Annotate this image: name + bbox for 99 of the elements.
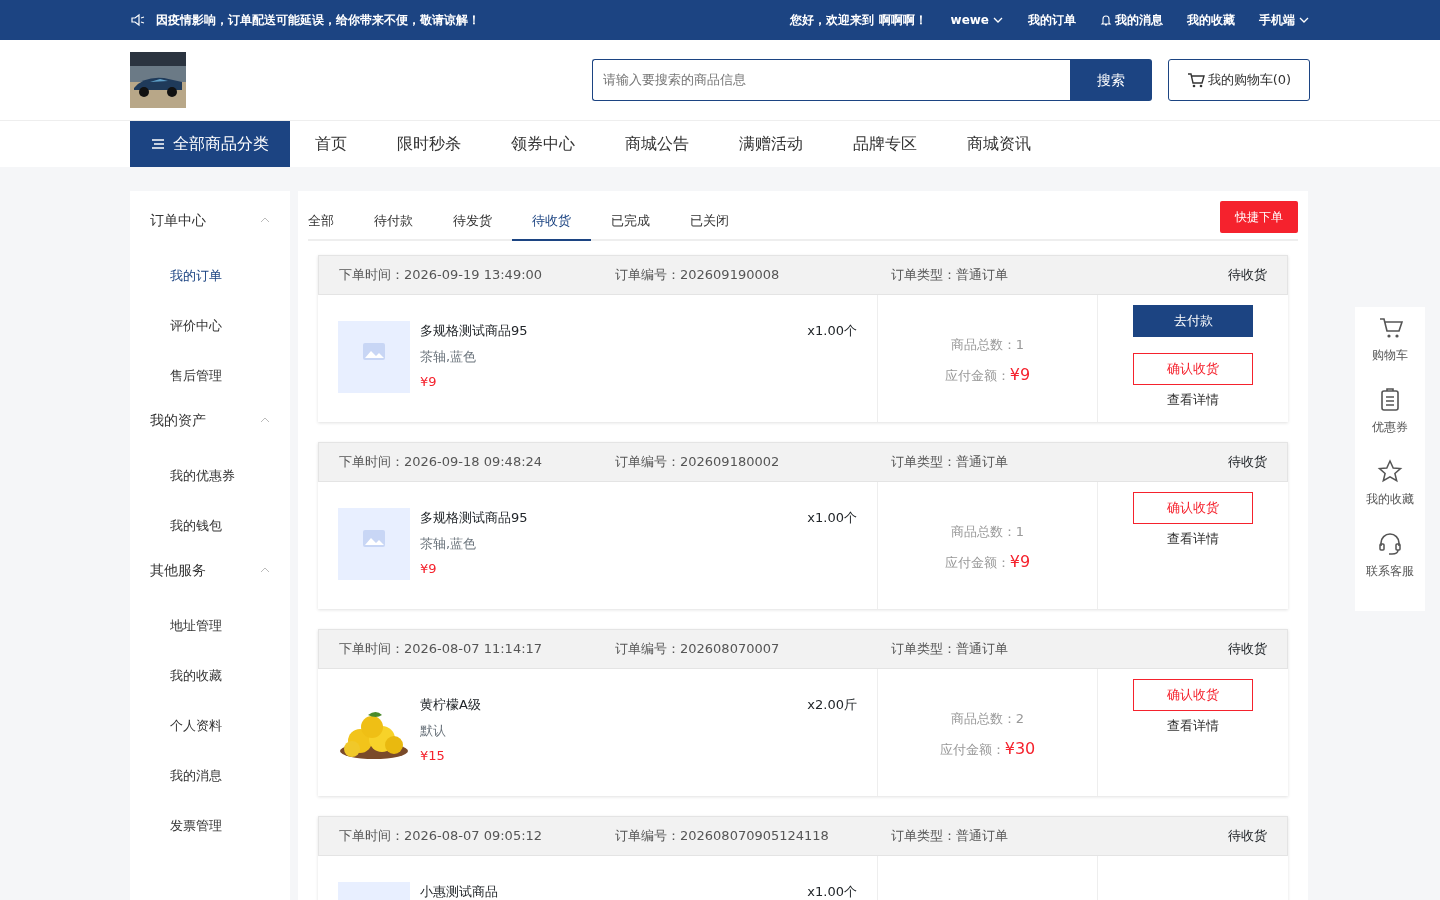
product-spec: 茶轴,蓝色 <box>420 534 478 553</box>
menu-icon <box>151 138 165 150</box>
product-name[interactable]: 多规格测试商品95 <box>420 321 798 341</box>
product-spec: 茶轴,蓝色 <box>420 347 478 366</box>
search-field[interactable]: 请输入要搜索的商品信息 <box>592 59 1070 101</box>
side-shortcut[interactable]: 我的收藏 <box>1355 459 1425 531</box>
sidebar-item[interactable]: 我的钱包 <box>130 501 290 551</box>
side-shortcut[interactable]: 购物车 <box>1355 315 1425 387</box>
product-price: ¥9 <box>420 560 438 578</box>
item-count: 商品总数：2 <box>949 710 1026 728</box>
cart-icon <box>1186 72 1205 88</box>
sidebar-group-title[interactable]: 其他服务 <box>150 559 206 581</box>
order-number: 订单编号：202608070007 <box>615 640 781 659</box>
order-status: 待收货 <box>1228 640 1267 659</box>
amount-label: 应付金额： <box>944 553 1010 572</box>
order-tab[interactable]: 已完成 <box>591 201 670 241</box>
sidebar-item[interactable]: 售后管理 <box>130 351 290 401</box>
confirm-receipt-button[interactable]: 确认收货 <box>1133 492 1253 524</box>
sidebar-group-title[interactable]: 订单中心 <box>150 209 206 231</box>
product-name[interactable]: 小惠测试商品 <box>420 882 798 900</box>
product-quantity: x2.00斤 <box>807 696 857 714</box>
notice-text: 因疫情影响，订单配送可能延误，给你带来不便，敬请谅解！ <box>156 12 480 29</box>
nav-link[interactable]: 商城公告 <box>600 132 714 156</box>
caret-icon <box>1298 15 1310 25</box>
welcome-text: 您好，欢迎来到 啊啊啊！ <box>790 12 927 29</box>
side-shortcut[interactable]: 联系客服 <box>1355 531 1425 603</box>
order-type: 订单类型：普通订单 <box>891 266 1008 285</box>
order-status: 待收货 <box>1228 453 1267 472</box>
top-link[interactable]: 我的消息 <box>1100 11 1163 29</box>
top-link[interactable]: 我的收藏 <box>1187 11 1235 29</box>
amount-label: 应付金额： <box>939 740 1005 759</box>
amount-label: 应付金额： <box>944 366 1010 385</box>
sidebar-item[interactable]: 地址管理 <box>130 601 290 651</box>
order-tab[interactable]: 待收货 <box>512 201 591 241</box>
order-time: 下单时间：2026-08-07 11:14:17 <box>339 640 544 659</box>
image-placeholder-icon <box>338 321 410 393</box>
product-price: ¥15 <box>420 747 446 765</box>
order-tab[interactable]: 已关闭 <box>670 201 749 241</box>
dropdown-link[interactable]: 手机端 <box>1259 11 1310 29</box>
order-time: 下单时间：2026-09-19 13:49:00 <box>339 266 544 285</box>
star-icon <box>1377 459 1403 484</box>
side-shortcut[interactable]: 优惠券 <box>1355 387 1425 459</box>
nav-link[interactable]: 满赠活动 <box>714 132 828 156</box>
product-quantity: x1.00个 <box>807 509 857 527</box>
confirm-receipt-button[interactable]: 确认收货 <box>1133 679 1253 711</box>
product-price: ¥9 <box>420 373 438 391</box>
sidebar-item[interactable]: 个人资料 <box>130 701 290 751</box>
bell-icon <box>1100 14 1112 26</box>
headset-icon <box>1377 531 1403 556</box>
order-time: 下单时间：2026-09-18 09:48:24 <box>339 453 544 472</box>
order-type: 订单类型：普通订单 <box>891 827 1008 846</box>
top-link[interactable]: 我的订单 <box>1028 11 1076 29</box>
nav-link[interactable]: 商城资讯 <box>942 132 1056 156</box>
sidebar-item[interactable]: 发票管理 <box>130 801 290 851</box>
nav-link[interactable]: 品牌专区 <box>828 132 942 156</box>
nav-link[interactable]: 领券中心 <box>486 132 600 156</box>
quick-order-button[interactable]: 快捷下单 <box>1220 201 1298 233</box>
nav-link[interactable]: 限时秒杀 <box>372 132 486 156</box>
sidebar-item[interactable]: 我的优惠券 <box>130 451 290 501</box>
sidebar-item[interactable]: 我的订单 <box>130 251 290 301</box>
order-number: 订单编号：202609180002 <box>615 453 781 472</box>
dropdown-link[interactable]: wewe <box>950 11 1004 29</box>
cart-icon <box>1377 315 1403 340</box>
search-button[interactable]: 搜索 <box>1070 59 1152 101</box>
order-type: 订单类型：普通订单 <box>891 453 1008 472</box>
product-quantity: x1.00个 <box>807 322 857 340</box>
order-tab[interactable]: 待付款 <box>354 201 433 241</box>
order-type: 订单类型：普通订单 <box>891 640 1008 659</box>
view-details-link[interactable]: 查看详情 <box>1161 389 1225 411</box>
order-number: 订单编号：202609190008 <box>615 266 781 285</box>
speaker-icon <box>130 12 146 28</box>
order-time: 下单时间：2026-08-07 09:05:12 <box>339 827 544 846</box>
nav-link[interactable]: 首页 <box>290 132 372 156</box>
sidebar-group-title[interactable]: 我的资产 <box>150 409 206 431</box>
view-details-link[interactable]: 查看详情 <box>1161 528 1225 550</box>
item-count: 商品总数：1 <box>949 523 1026 541</box>
view-details-link[interactable]: 查看详情 <box>1161 715 1225 737</box>
order-status: 待收货 <box>1228 827 1267 846</box>
item-count: 商品总数：1 <box>949 336 1026 354</box>
confirm-receipt-button[interactable]: 确认收货 <box>1133 353 1253 385</box>
order-tab[interactable]: 全部 <box>308 201 354 241</box>
order-number: 订单编号：202608070905124118 <box>615 827 830 846</box>
product-name[interactable]: 多规格测试商品95 <box>420 508 798 528</box>
sidebar-item[interactable]: 评价中心 <box>130 301 290 351</box>
sidebar-item[interactable]: 我的消息 <box>130 751 290 801</box>
sidebar-item[interactable]: 我的收藏 <box>130 651 290 701</box>
amount-value: ¥9 <box>1009 363 1031 386</box>
pay-button[interactable]: 去付款 <box>1133 305 1253 337</box>
amount-value: ¥9 <box>1009 550 1031 573</box>
order-tab[interactable]: 待发货 <box>433 201 512 241</box>
product-spec: 默认 <box>420 721 447 740</box>
product-name[interactable]: 黄柠檬A级 <box>420 695 798 715</box>
caret-icon <box>992 15 1004 25</box>
amount-value: ¥30 <box>1004 737 1036 760</box>
product-quantity: x1.00个 <box>807 883 857 900</box>
image-placeholder-icon <box>338 508 410 580</box>
cart-button[interactable]: 我的购物车(0) <box>1168 59 1310 101</box>
category-button[interactable]: 全部商品分类 <box>130 121 290 167</box>
order-status: 待收货 <box>1228 266 1267 285</box>
